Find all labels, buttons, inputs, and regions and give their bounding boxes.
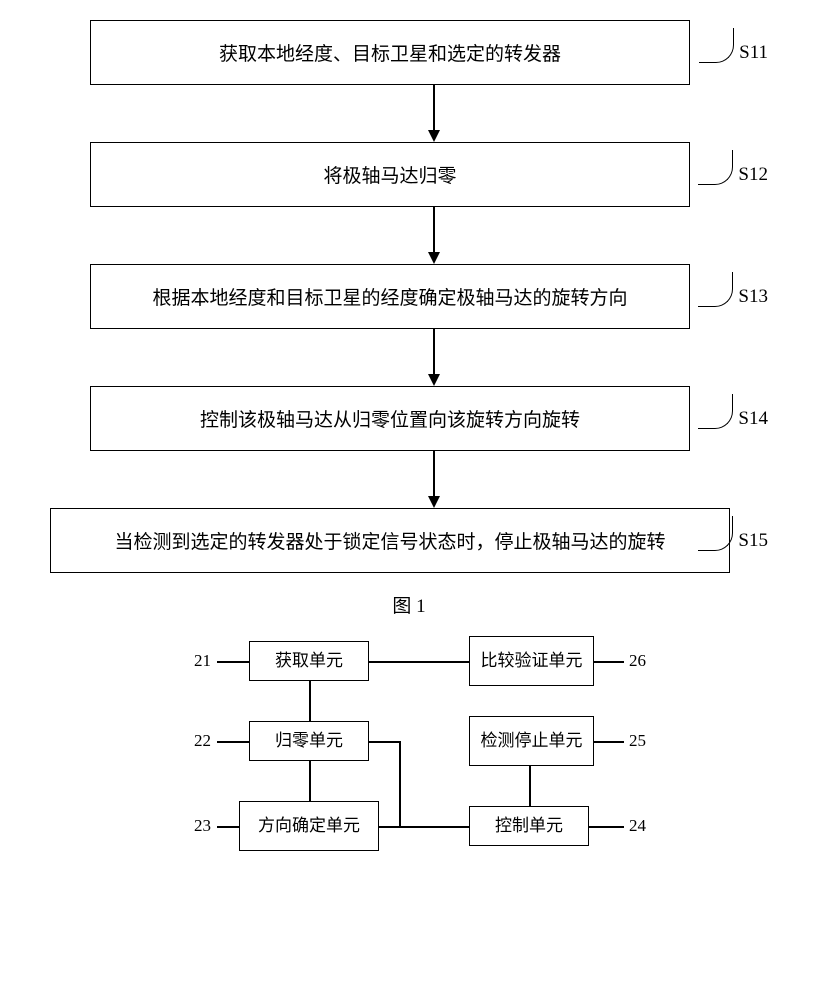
block-num-23: 23 [194,816,211,836]
connector-curve [698,272,733,307]
label-connector [217,661,249,663]
step-label: S15 [698,530,768,552]
label-connector [594,741,624,743]
flow-step-box: 根据本地经度和目标卫星的经度确定极轴马达的旋转方向 [90,264,690,329]
block-acquire-unit: 获取单元 [249,641,369,681]
label-connector [217,741,249,743]
arrow-head-icon [428,374,440,386]
arrow-down [134,451,734,508]
block-num-25: 25 [629,731,646,751]
flow-step-box: 当检测到选定的转发器处于锁定信号状态时，停止极轴马达的旋转 [50,508,730,573]
arrow-down [134,85,734,142]
block-num-26: 26 [629,651,646,671]
arrow-line [433,329,435,374]
step-label: S11 [699,42,768,64]
connector-curve [698,394,733,429]
flow-step-row: 将极轴马达归零 S12 [40,142,778,207]
label-connector [217,826,239,828]
flow-step-box: 控制该极轴马达从归零位置向该旋转方向旋转 [90,386,690,451]
block-detect-stop-unit: 检测停止单元 [469,716,594,766]
flow-step-row: 当检测到选定的转发器处于锁定信号状态时，停止极轴马达的旋转 S15 [40,508,778,573]
block-zero-unit: 归零单元 [249,721,369,761]
step-id: S11 [739,42,768,64]
flow-step-row: 获取本地经度、目标卫星和选定的转发器 S11 [40,20,778,85]
connection-line [309,761,311,801]
arrow-head-icon [428,496,440,508]
label-connector [589,826,624,828]
step-id: S15 [738,530,768,552]
flow-step-box: 获取本地经度、目标卫星和选定的转发器 [90,20,690,85]
block-num-21: 21 [194,651,211,671]
connection-line [379,826,469,828]
block-num-24: 24 [629,816,646,836]
connection-line [399,741,401,826]
arrow-line [433,85,435,130]
arrow-down [134,329,734,386]
step-label: S14 [698,408,768,430]
flow-step-row: 控制该极轴马达从归零位置向该旋转方向旋转 S14 [40,386,778,451]
label-connector [594,661,624,663]
flow-step-box: 将极轴马达归零 [90,142,690,207]
step-label: S12 [698,164,768,186]
connection-line [309,681,311,721]
arrow-line [433,451,435,496]
block-compare-verify-unit: 比较验证单元 [469,636,594,686]
arrow-line [433,207,435,252]
connection-line [529,766,531,806]
arrow-down [134,207,734,264]
block-control-unit: 控制单元 [469,806,589,846]
figure-1-label: 图 1 [40,591,778,618]
flow-step-row: 根据本地经度和目标卫星的经度确定极轴马达的旋转方向 S13 [40,264,778,329]
flowchart-figure-1: 获取本地经度、目标卫星和选定的转发器 S11 将极轴马达归零 S12 根据本地经… [40,20,778,573]
block-num-22: 22 [194,731,211,751]
connection-line [369,661,469,663]
step-id: S13 [738,286,768,308]
connector-curve [699,28,734,63]
step-id: S14 [738,408,768,430]
connection-line [369,741,399,743]
arrow-head-icon [428,252,440,264]
connector-curve [698,150,733,185]
block-direction-unit: 方向确定单元 [239,801,379,851]
step-label: S13 [698,286,768,308]
connector-curve [698,516,733,551]
arrow-head-icon [428,130,440,142]
block-diagram-figure-2: 21 获取单元 比较验证单元 26 22 归零单元 检测停止单元 25 23 方… [139,636,679,866]
step-id: S12 [738,164,768,186]
